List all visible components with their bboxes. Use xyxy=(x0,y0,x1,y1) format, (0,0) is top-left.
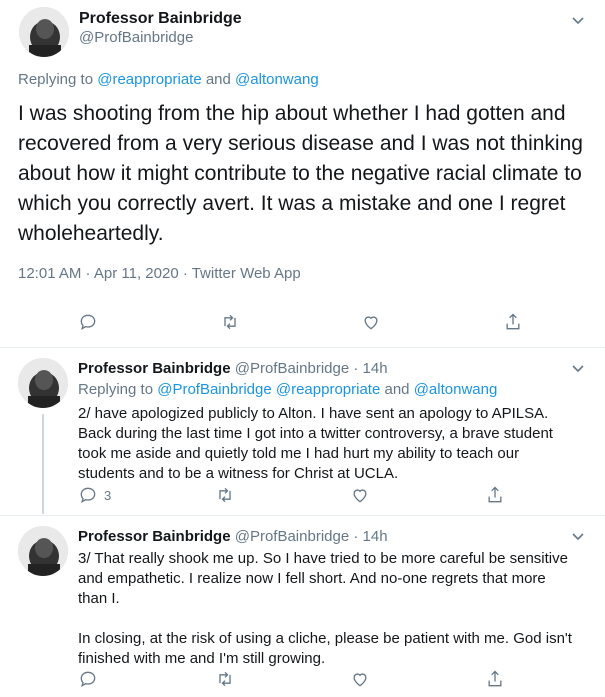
tweet-paragraph: In closing, at the risk of using a clich… xyxy=(78,630,572,667)
reply-header: Professor Bainbridge @ProfBainbridge · 1… xyxy=(78,360,388,377)
reply-header: Professor Bainbridge @ProfBainbridge · 1… xyxy=(78,528,388,545)
chevron-down-icon[interactable] xyxy=(570,528,586,544)
share-icon xyxy=(506,313,520,330)
mention-link[interactable]: @reappropriate xyxy=(276,381,380,398)
heart-icon xyxy=(353,673,367,687)
avatar[interactable] xyxy=(18,358,68,408)
replying-prefix: Replying to xyxy=(18,71,94,88)
heart-icon xyxy=(353,489,367,503)
chevron-down-icon[interactable] xyxy=(570,360,586,376)
reply-button[interactable] xyxy=(78,669,98,689)
mention-link[interactable]: @altonwang xyxy=(235,71,319,88)
reply-icon xyxy=(80,671,96,688)
reply-icon xyxy=(80,487,96,504)
tweet-text: I was shooting from the hip about whethe… xyxy=(18,102,583,245)
retweet-button[interactable] xyxy=(215,669,235,689)
tweet-time[interactable]: · 14h xyxy=(353,360,387,377)
share-button[interactable] xyxy=(485,669,505,689)
replying-and: and xyxy=(384,381,410,398)
chevron-down-icon[interactable] xyxy=(570,12,586,28)
author-name[interactable]: Professor Bainbridge xyxy=(79,10,242,28)
share-icon xyxy=(488,486,502,503)
mention-link[interactable]: @reappropriate xyxy=(97,71,201,88)
reply-button[interactable]: 3 xyxy=(78,485,111,505)
author-name[interactable]: Professor Bainbridge xyxy=(78,528,231,545)
tweet-paragraph: 3/ That really shook me up. So I have tr… xyxy=(78,550,568,607)
mention-link[interactable]: @altonwang xyxy=(414,381,498,398)
like-button[interactable] xyxy=(361,312,381,332)
avatar-image xyxy=(18,358,68,408)
reply-icon xyxy=(80,314,96,331)
share-icon xyxy=(488,670,502,687)
author-handle[interactable]: @ProfBainbridge xyxy=(235,360,349,377)
retweet-button[interactable] xyxy=(215,485,235,505)
retweet-button[interactable] xyxy=(220,312,240,332)
author-handle[interactable]: @ProfBainbridge xyxy=(79,29,242,46)
avatar-image xyxy=(19,7,69,57)
tweet-time[interactable]: · 14h xyxy=(353,528,387,545)
author-handle[interactable]: @ProfBainbridge xyxy=(235,528,349,545)
retweet-icon xyxy=(219,671,231,687)
retweet-icon xyxy=(219,487,231,503)
replying-to: Replying to @ProfBainbridge @reappropria… xyxy=(78,381,497,398)
retweet-icon xyxy=(224,314,236,330)
avatar[interactable] xyxy=(19,7,69,57)
avatar-image xyxy=(18,526,68,576)
avatar[interactable] xyxy=(18,526,68,576)
reply-count: 3 xyxy=(104,487,112,503)
tweet-text: 3/ That really shook me up. So I have tr… xyxy=(78,549,578,669)
tweet-actions xyxy=(0,312,605,336)
main-tweet: Professor Bainbridge @ProfBainbridge Rep… xyxy=(0,0,605,348)
tweet-text: 2/ have apologized publicly to Alton. I … xyxy=(78,405,553,482)
replying-prefix: Replying to xyxy=(78,381,154,398)
author-name[interactable]: Professor Bainbridge xyxy=(78,360,231,377)
like-button[interactable] xyxy=(350,485,370,505)
tweet-timestamp[interactable]: 12:01 AM · Apr 11, 2020 · Twitter Web Ap… xyxy=(18,265,301,282)
like-button[interactable] xyxy=(350,669,370,689)
mention-link[interactable]: @ProfBainbridge xyxy=(157,381,271,398)
share-button[interactable] xyxy=(503,312,523,332)
author-block: Professor Bainbridge @ProfBainbridge xyxy=(79,10,242,46)
tweet-actions: 3 xyxy=(0,485,605,509)
reply-tweet-2: Professor Bainbridge @ProfBainbridge · 1… xyxy=(0,516,605,697)
replying-and: and xyxy=(205,71,231,88)
replying-to: Replying to @reappropriate and @altonwan… xyxy=(18,71,319,88)
reply-tweet-1: Professor Bainbridge @ProfBainbridge · 1… xyxy=(0,348,605,515)
heart-icon xyxy=(364,316,378,330)
reply-button[interactable] xyxy=(78,312,98,332)
share-button[interactable] xyxy=(485,485,505,505)
tweet-actions xyxy=(0,669,605,693)
